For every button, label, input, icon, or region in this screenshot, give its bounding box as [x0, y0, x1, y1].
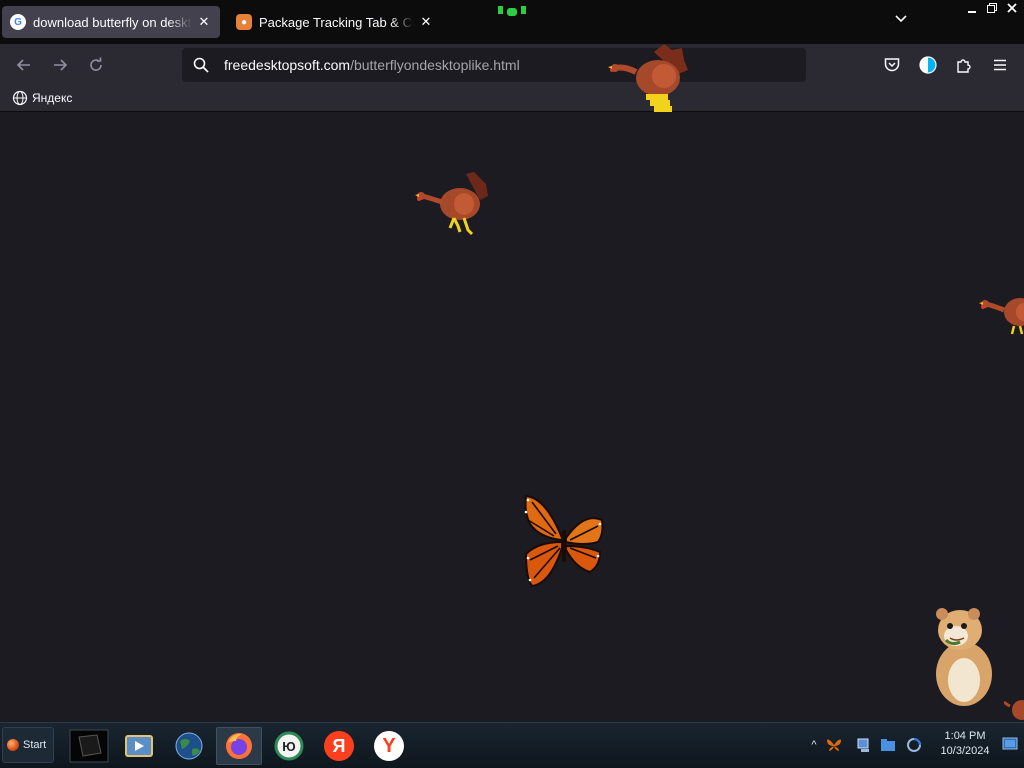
- media-player-icon: [125, 735, 153, 757]
- pocket-icon: [884, 58, 900, 72]
- start-label: Start: [23, 739, 47, 751]
- contrast-icon: [919, 56, 937, 74]
- package-tracking-icon: ●: [236, 14, 252, 30]
- menu-icon: [994, 59, 1006, 71]
- screen: G download butterfly on desktop ✕ ● Pack…: [0, 0, 1024, 768]
- close-window-button[interactable]: [1002, 2, 1022, 20]
- network-tray-icon[interactable]: [856, 737, 872, 753]
- bookmarks-toolbar: Яндекс: [0, 86, 1024, 112]
- bookmark-yandex[interactable]: Яндекс: [12, 90, 72, 106]
- forward-button[interactable]: [48, 53, 72, 77]
- extensions-icon: [957, 59, 971, 73]
- start-orb-icon: [7, 739, 19, 751]
- tab-title: Package Tracking Tab & Custo: [259, 14, 414, 30]
- show-desktop-icon[interactable]: [1002, 735, 1018, 753]
- start-button[interactable]: Start: [2, 727, 54, 763]
- show-hidden-icons-button[interactable]: ^: [806, 737, 822, 753]
- turkey-sprite-partial[interactable]: [1004, 696, 1024, 720]
- green-indicator-icon: [498, 6, 526, 16]
- butterfly-tray-icon[interactable]: [826, 737, 842, 753]
- url-path: /butterflyondesktoplike.html: [350, 57, 520, 73]
- app-menu-button[interactable]: [988, 53, 1012, 77]
- minimize-button[interactable]: [962, 2, 982, 20]
- clock-time: 1:04 PM: [944, 730, 986, 742]
- taskbar-app-firefox[interactable]: [216, 727, 262, 765]
- tab-download-butterfly[interactable]: G download butterfly on desktop ✕: [2, 6, 220, 38]
- turkey-sprite[interactable]: [606, 42, 690, 116]
- contrast-button[interactable]: [916, 53, 940, 77]
- taskbar: Start Ю Я Y ^ 1:04 PM 10/3/2024: [0, 722, 1024, 768]
- reload-icon: [90, 57, 102, 71]
- tray-chevron: ^: [811, 739, 817, 751]
- yandex-browser-label: Y: [382, 734, 396, 757]
- taskbar-app-yu-browser[interactable]: Ю: [266, 727, 312, 765]
- system-clock[interactable]: 1:04 PM 10/3/2024: [926, 729, 1004, 759]
- firefox-icon: [226, 733, 252, 759]
- page-content: [0, 112, 1024, 720]
- restore-button[interactable]: [982, 2, 1002, 20]
- clock-date: 10/3/2024: [940, 745, 990, 757]
- taskbar-app-globe[interactable]: [166, 727, 212, 765]
- yu-label: Ю: [282, 738, 296, 754]
- list-all-tabs-button[interactable]: [890, 12, 912, 32]
- monarch-butterfly-sprite[interactable]: [520, 490, 608, 594]
- back-arrow-icon: [16, 59, 30, 71]
- close-tab-icon[interactable]: ✕: [418, 14, 434, 30]
- tab-title: download butterfly on desktop: [33, 14, 192, 30]
- google-g-icon: G: [10, 14, 26, 30]
- back-button[interactable]: [12, 53, 36, 77]
- tab-package-tracking[interactable]: ● Package Tracking Tab & Custo ✕: [228, 6, 442, 38]
- pocket-button[interactable]: [880, 53, 904, 77]
- yandex-label: Я: [332, 735, 346, 756]
- globe-icon: [12, 90, 28, 106]
- sync-tray-icon[interactable]: [906, 737, 922, 753]
- earth-icon: [175, 732, 203, 760]
- extensions-button[interactable]: [952, 53, 976, 77]
- forward-arrow-icon: [54, 59, 68, 71]
- url-host: freedesktopsoft.com: [224, 57, 351, 73]
- hamster-sprite[interactable]: [926, 604, 1000, 708]
- folder-tray-icon[interactable]: [880, 737, 896, 753]
- taskbar-app-yandex[interactable]: Я: [316, 727, 362, 765]
- turkey-sprite[interactable]: [978, 288, 1024, 338]
- taskbar-app-media-player[interactable]: [116, 727, 162, 765]
- close-tab-icon[interactable]: ✕: [196, 14, 212, 30]
- bookmark-label: Яндекс: [32, 91, 73, 105]
- turkey-sprite[interactable]: [414, 170, 490, 236]
- tab-strip: G download butterfly on desktop ✕ ● Pack…: [0, 0, 1024, 44]
- terminal-icon: [69, 729, 109, 763]
- search-icon: [193, 57, 209, 73]
- address-bar[interactable]: freedesktopsoft.com/butterflyondesktopli…: [182, 48, 806, 82]
- taskbar-app-terminal[interactable]: [66, 727, 112, 765]
- navigation-toolbar: freedesktopsoft.com/butterflyondesktopli…: [0, 44, 1024, 86]
- taskbar-app-yandex-browser[interactable]: Y: [366, 727, 412, 765]
- reload-button[interactable]: [84, 53, 108, 77]
